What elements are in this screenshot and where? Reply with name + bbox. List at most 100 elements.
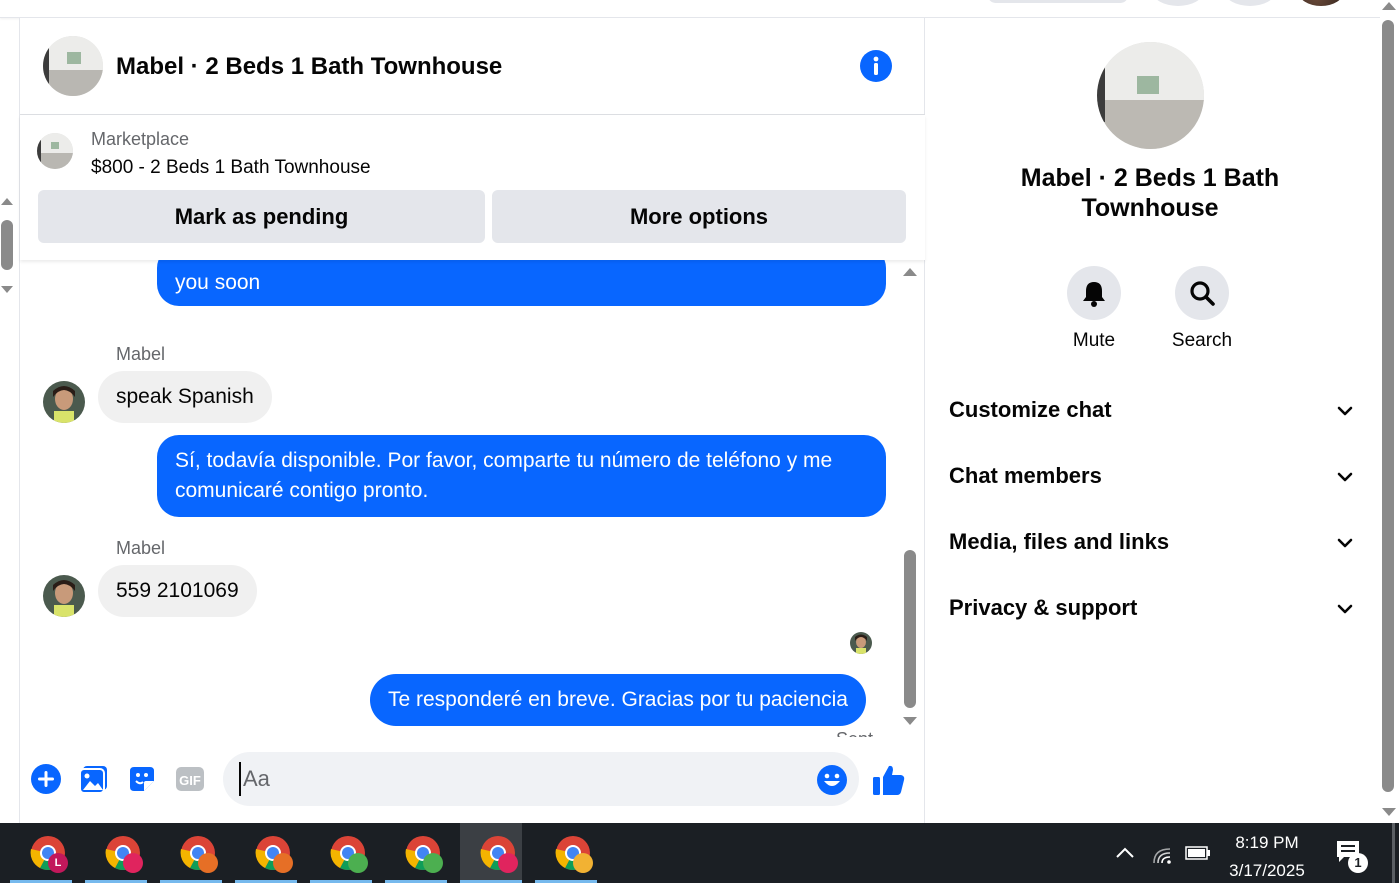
chat-scroll-down-arrow-icon[interactable] — [903, 717, 917, 725]
privacy-support-section[interactable]: Privacy & support — [949, 589, 1355, 629]
info-icon[interactable] — [860, 50, 892, 82]
section-label: Media, files and links — [949, 529, 1170, 554]
chat-panel: Mabel · 2 Beds 1 Bath Townhouse Marketpl… — [19, 18, 925, 823]
notification-count-badge: 1 — [1348, 853, 1368, 873]
notification-center-icon[interactable]: 1 — [1334, 839, 1374, 875]
profile-badge-icon: L — [48, 853, 68, 873]
top-nav-strip — [0, 0, 1380, 18]
marketplace-label: Marketplace — [91, 129, 190, 149]
bell-icon[interactable] — [1067, 266, 1121, 320]
message-text: 559 2101069 — [116, 579, 239, 602]
taskbar-chrome-app[interactable] — [535, 823, 597, 883]
chat-scroll-thumb[interactable] — [904, 550, 916, 708]
left-scrollbar[interactable] — [0, 198, 16, 298]
section-label: Privacy & support — [949, 595, 1138, 620]
scroll-down-arrow-icon[interactable] — [1382, 808, 1396, 816]
customize-chat-section[interactable]: Customize chat — [949, 391, 1355, 431]
section-label: Customize chat — [949, 397, 1112, 422]
taskbar-chrome-app[interactable] — [460, 823, 522, 883]
thumbs-up-icon[interactable] — [872, 763, 906, 797]
scroll-up-arrow-icon[interactable] — [1382, 2, 1396, 10]
message-input[interactable] — [239, 762, 799, 796]
search-label: Search — [1171, 330, 1233, 351]
profile-badge-icon — [198, 853, 218, 873]
taskbar-chrome-app[interactable] — [310, 823, 372, 883]
mabel-avatar[interactable] — [43, 575, 85, 617]
clock-time: 8:19 PM — [1235, 833, 1299, 852]
mute-label: Mute — [1072, 330, 1116, 351]
chat-header: Mabel · 2 Beds 1 Bath Townhouse — [20, 18, 925, 115]
more-options-button[interactable]: More options — [492, 190, 906, 243]
listing-title[interactable]: $800 - 2 Beds 1 Bath Townhouse — [91, 157, 371, 179]
system-clock[interactable]: 8:19 PM 3/17/2025 — [1222, 829, 1312, 883]
message-text: Sí, todavía disponible. Por favor, compa… — [175, 449, 833, 502]
marketplace-banner: Marketplace $800 - 2 Beds 1 Bath Townhou… — [20, 115, 925, 260]
wifi-icon[interactable] — [1152, 843, 1174, 865]
top-nav-messenger-icon[interactable] — [1225, 0, 1275, 6]
mark-as-pending-button[interactable]: Mark as pending — [38, 190, 485, 243]
sender-name: Mabel — [116, 344, 166, 364]
chevron-down-icon — [1337, 604, 1353, 614]
conversation-info-panel: Mabel · 2 Beds 1 Bath Townhouse Mute Sea… — [925, 18, 1380, 823]
page-scrollbar[interactable] — [1380, 0, 1399, 823]
mute-action[interactable]: Mute — [1059, 266, 1129, 352]
section-label: Chat members — [949, 463, 1102, 488]
emoji-icon[interactable] — [816, 764, 848, 796]
profile-badge-icon — [498, 853, 518, 873]
listing-avatar-large[interactable] — [1097, 42, 1204, 149]
top-nav-menu-icon[interactable] — [1153, 0, 1203, 6]
show-desktop-button[interactable] — [1392, 823, 1395, 883]
battery-icon[interactable] — [1185, 845, 1211, 861]
sticker-icon[interactable] — [126, 763, 158, 795]
clock-date: 3/17/2025 — [1229, 861, 1305, 880]
listing-thumbnail[interactable] — [37, 133, 73, 169]
message-bubble-outgoing[interactable]: Sí, todavía disponible. Por favor, compa… — [157, 435, 886, 517]
message-text: Te responderé en breve. Gracias por tu p… — [388, 688, 848, 711]
profile-badge-icon — [573, 853, 593, 873]
message-composer: GIF — [20, 748, 925, 810]
profile-badge-icon — [348, 853, 368, 873]
message-input-wrapper — [223, 752, 859, 806]
windows-taskbar: L 8:19 PM 3/17/2025 1 — [0, 823, 1399, 883]
taskbar-chrome-app[interactable] — [235, 823, 297, 883]
chevron-down-icon — [1337, 538, 1353, 548]
sender-name: Mabel — [116, 538, 166, 558]
media-files-links-section[interactable]: Media, files and links — [949, 523, 1355, 563]
scroll-thumb[interactable] — [1382, 20, 1394, 792]
photo-icon[interactable] — [78, 763, 110, 795]
message-text: you soon — [175, 271, 261, 294]
message-bubble-outgoing[interactable]: Te responderé en breve. Gracias por tu p… — [370, 674, 866, 726]
seen-indicator-avatar — [850, 632, 872, 654]
plus-icon[interactable] — [30, 763, 62, 795]
messenger-window: Mabel · 2 Beds 1 Bath Townhouse Marketpl… — [0, 0, 1399, 883]
message-list[interactable]: you soon Mabel speak Spanish Sí, todavía… — [20, 260, 925, 737]
chevron-down-icon — [1337, 472, 1353, 482]
top-nav-search-pill[interactable] — [988, 0, 1128, 3]
listing-avatar[interactable] — [43, 36, 103, 96]
search-action[interactable]: Search — [1167, 266, 1237, 352]
profile-avatar[interactable] — [1298, 0, 1344, 6]
message-status: Sent — [836, 729, 873, 737]
message-text: speak Spanish — [116, 385, 254, 408]
svg-text:GIF: GIF — [179, 773, 201, 788]
chat-title[interactable]: Mabel · 2 Beds 1 Bath Townhouse — [116, 53, 502, 81]
chat-members-section[interactable]: Chat members — [949, 457, 1355, 497]
taskbar-chrome-app[interactable] — [385, 823, 447, 883]
taskbar-chrome-app[interactable] — [160, 823, 222, 883]
chevron-down-icon — [1337, 406, 1353, 416]
profile-badge-icon — [423, 853, 443, 873]
taskbar-chrome-app[interactable]: L — [10, 823, 72, 883]
profile-badge-icon — [123, 853, 143, 873]
scroll-up-arrow-icon[interactable] — [1, 198, 13, 205]
scroll-down-arrow-icon[interactable] — [1, 286, 13, 293]
message-bubble-incoming[interactable]: 559 2101069 — [98, 565, 257, 617]
mabel-avatar[interactable] — [43, 381, 85, 423]
chat-scroll-up-arrow-icon[interactable] — [903, 268, 917, 276]
scroll-thumb[interactable] — [1, 220, 13, 270]
taskbar-chrome-app[interactable] — [85, 823, 147, 883]
search-icon[interactable] — [1175, 266, 1229, 320]
gif-icon[interactable]: GIF — [174, 763, 206, 795]
message-bubble-incoming[interactable]: speak Spanish — [98, 371, 272, 423]
message-bubble-outgoing[interactable]: you soon — [157, 260, 886, 306]
chevron-up-icon[interactable] — [1114, 843, 1136, 863]
